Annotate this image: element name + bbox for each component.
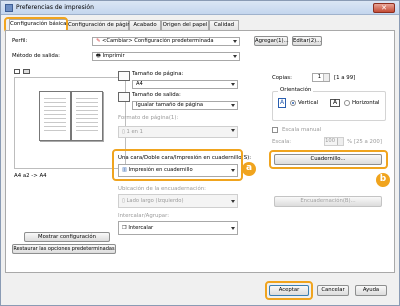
output-method-select[interactable]: 🖶 Imprimir xyxy=(92,52,240,61)
tab-finishing[interactable]: Acabado xyxy=(129,20,161,30)
preview-printer-icon[interactable] xyxy=(23,69,30,74)
orientation-group xyxy=(272,91,386,121)
close-button[interactable]: ✕ xyxy=(373,3,395,13)
output-size-select[interactable]: Igualar tamaño de página xyxy=(132,101,238,110)
collate-label: Intercalar/Agrupar: xyxy=(118,213,170,219)
callout-b: b xyxy=(376,173,390,187)
collate-value: Intercalar xyxy=(128,225,154,231)
page-size-select[interactable]: A4 xyxy=(132,80,238,89)
page-format-select[interactable]: ▯ 1 en 1 xyxy=(118,126,238,138)
ok-button-highlight-frame xyxy=(265,281,313,300)
profile-label: Perfil: xyxy=(12,38,28,44)
manual-scale-checkbox[interactable] xyxy=(272,127,278,133)
output-method-label: Método de salida: xyxy=(12,53,60,59)
output-size-value: Igualar tamaño de página xyxy=(136,102,204,108)
scale-label: Escala: xyxy=(272,139,292,145)
chevron-down-icon xyxy=(231,227,235,230)
horizontal-label: Horizontal xyxy=(352,100,380,106)
page-format-value: 1 en 1 xyxy=(126,129,143,135)
scale-spinner[interactable]: 100 xyxy=(324,137,344,146)
preview-caption: A4 a2 -> A4 xyxy=(14,173,47,179)
copies-value: 1 xyxy=(317,74,321,80)
scale-value: 100 xyxy=(325,138,335,144)
binding-button[interactable]: Encuadernación(B)... xyxy=(274,196,382,207)
copies-range: [1 a 99] xyxy=(334,75,356,81)
layout-preview xyxy=(14,77,126,169)
preview-page-icon[interactable] xyxy=(14,69,20,74)
chevron-down-icon xyxy=(231,129,235,132)
booklet-left-page xyxy=(39,91,71,141)
spinner-arrows-icon[interactable] xyxy=(337,138,343,145)
page-size-icon xyxy=(118,71,130,81)
chevron-down-icon xyxy=(233,40,237,43)
output-method-value: Imprimir xyxy=(102,53,125,59)
portrait-icon: A xyxy=(278,98,286,108)
basic-settings-panel: Perfil: ✎ <Cambiar> Configuración predet… xyxy=(5,30,395,273)
spinner-arrows-icon[interactable] xyxy=(323,74,329,81)
binding-select[interactable]: ▯ Lado largo (Izquierdo) xyxy=(118,194,238,208)
tab-quality[interactable]: Calidad xyxy=(209,20,239,30)
chevron-down-icon xyxy=(231,200,235,203)
copies-spinner[interactable]: 1 xyxy=(312,73,330,82)
add-profile-button[interactable]: Agregar(1)... xyxy=(254,36,289,46)
binding-label: Ubicación de la encuadernación: xyxy=(118,186,206,192)
horizontal-radio[interactable] xyxy=(344,100,350,106)
vertical-radio[interactable] xyxy=(290,100,296,106)
collate-select[interactable]: ❐ Intercalar xyxy=(118,221,238,235)
help-button[interactable]: Ayuda xyxy=(355,285,387,296)
window-title: Preferencias de impresión xyxy=(16,4,94,11)
callout-a: a xyxy=(242,162,256,176)
output-size-label: Tamaño de salida: xyxy=(132,92,181,98)
tab-page-setup[interactable]: Configuración de página xyxy=(67,20,134,30)
landscape-icon: A xyxy=(330,99,340,107)
orientation-label: Orientación xyxy=(278,87,314,93)
printer-app-icon xyxy=(5,4,13,12)
view-settings-button[interactable]: Mostrar configuración xyxy=(24,232,110,242)
chevron-down-icon xyxy=(233,55,237,58)
page-format-label: Formato de página(1): xyxy=(118,115,179,121)
copies-label: Copias: xyxy=(272,75,292,81)
tab-paper-source[interactable]: Origen del papel xyxy=(161,20,209,30)
print-preferences-window: Preferencias de impresión ✕ Configuració… xyxy=(0,0,400,306)
booklet-right-page xyxy=(71,91,103,141)
chevron-down-icon xyxy=(231,104,235,107)
booklet-button-highlight-frame xyxy=(269,150,388,169)
profile-value: <Cambiar> Configuración predeterminada xyxy=(102,38,214,44)
cancel-button[interactable]: Cancelar xyxy=(317,285,349,296)
binding-value: Lado largo (Izquierdo) xyxy=(126,198,184,204)
page-size-value: A4 xyxy=(136,81,143,87)
page-size-label: Tamaño de página: xyxy=(132,71,184,77)
title-bar: Preferencias de impresión ✕ xyxy=(1,1,399,15)
vertical-label: Vertical xyxy=(298,100,319,106)
manual-scale-label: Escala manual xyxy=(282,127,322,133)
duplex-highlight-frame xyxy=(112,149,243,181)
edit-profile-button[interactable]: Editar(2)... xyxy=(292,36,322,46)
chevron-down-icon xyxy=(231,83,235,86)
restore-defaults-button[interactable]: Restaurar las opciones predeterminadas xyxy=(12,244,116,254)
profile-select[interactable]: ✎ <Cambiar> Configuración predeterminada xyxy=(92,37,240,46)
output-size-icon xyxy=(118,92,130,102)
scale-range: % [25 a 200] xyxy=(347,139,382,145)
